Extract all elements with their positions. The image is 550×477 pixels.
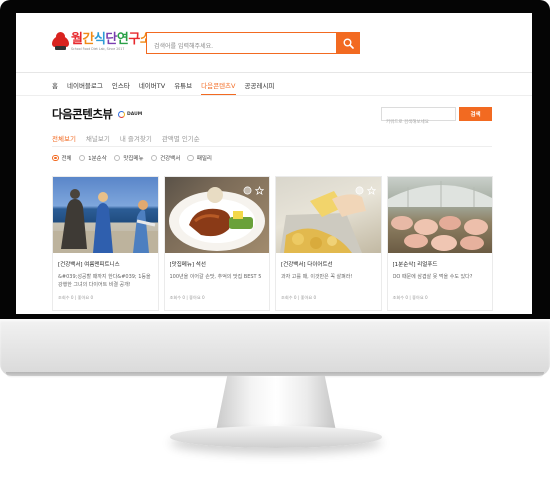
logo-subtitle: School Food Diet Lab, Since 2017: [71, 47, 125, 51]
favorite-icon[interactable]: [355, 180, 364, 195]
category-filters: 전체 1분순삭 맛집메뉴 건강백서 패밀리: [52, 154, 212, 162]
tab-channels[interactable]: 채널보기: [86, 133, 110, 143]
nav-bottom-divider: [16, 95, 532, 96]
radio[interactable]: [150, 154, 158, 162]
nav-item-naver-tv[interactable]: 네이버TV: [139, 80, 165, 90]
card-stats: 조회수 0 | 좋아요 0: [392, 295, 428, 300]
steak-plate-photo: [164, 177, 269, 253]
search-icon: [343, 38, 354, 49]
card-title: [건강백서] 여름맨피트니스: [58, 262, 120, 268]
card-description: OO 때문에 삼겹살 못 먹을 수도 있다?: [392, 274, 473, 280]
nav-item-home[interactable]: 홈: [52, 80, 58, 90]
filter-label: 전체: [61, 156, 72, 162]
search-box: [146, 32, 337, 57]
filter-label: 건강백서: [160, 156, 181, 162]
nav-item-daum-contents[interactable]: 다음콘텐츠V: [201, 80, 236, 96]
site-logo[interactable]: 월간식단연구소 School Food Diet Lab, Since 2017: [52, 31, 152, 52]
nav-item-youtube[interactable]: 유튜브: [174, 80, 192, 90]
card-stats: 조회수 0 | 좋아요 0: [281, 295, 317, 300]
card-description: 100년을 이어갈 손맛, 추억의 맛집 BEST 5: [169, 274, 262, 280]
card-title: [건강백서] 다이어트선: [281, 262, 333, 268]
keyword-search-box: [381, 107, 456, 129]
monitor-chin: [0, 319, 550, 376]
woman-by-lake-photo: [53, 177, 158, 253]
keyword-search-input[interactable]: [382, 116, 455, 129]
filter-all[interactable]: 전체: [52, 154, 72, 162]
monitor-screen: 월간식단연구소 School Food Diet Lab, Since 2017…: [16, 13, 532, 314]
logo-title: 월간식단연구소: [71, 32, 152, 47]
content-card[interactable]: [건강백서] 여름맨피트니스 &#039;성공할 때까지 한다&#039; 1등…: [52, 176, 159, 311]
search-button[interactable]: [337, 32, 360, 54]
star-icon[interactable]: [366, 180, 376, 195]
daum-badge-label: DAUM: [127, 112, 143, 117]
radio[interactable]: [78, 154, 86, 162]
page-title: 다음콘텐츠뷰: [52, 107, 113, 121]
tab-popular[interactable]: 관액별 인기순: [162, 133, 200, 143]
tab-favorites[interactable]: 내 즐겨찾기: [120, 133, 152, 143]
radio[interactable]: [187, 154, 194, 162]
tabs-divider: [52, 146, 492, 147]
content-card[interactable]: [맛집메뉴] 석선 100년을 이어갈 손맛, 추억의 맛집 BEST 5 조회…: [163, 176, 270, 311]
card-description: &#039;성공할 때까지 한다&#039; 1등을 강행한 그녀의 다이어트 …: [58, 274, 151, 288]
pig-farm-photo: [387, 177, 492, 253]
filter-restaurant-menu[interactable]: 맛집메뉴: [113, 154, 144, 162]
filter-label: 1분순삭: [88, 156, 107, 162]
favorite-icon[interactable]: [243, 180, 252, 195]
filter-label: 패밀리: [196, 156, 212, 162]
daum-badge: DAUM: [118, 111, 142, 118]
nav-item-naver-blog[interactable]: 네이버블로그: [67, 80, 103, 90]
keyword-search-button[interactable]: 검색: [459, 107, 492, 121]
search-input[interactable]: [147, 36, 336, 57]
content-card[interactable]: [1분순삭] 리얼푸드 OO 때문에 삼겹살 못 먹을 수도 있다? 조회수 0…: [386, 176, 493, 311]
nav-divider: [16, 72, 532, 73]
filter-family[interactable]: 패밀리: [187, 154, 212, 162]
filter-label: 맛집메뉴: [123, 156, 144, 162]
radio-selected[interactable]: [52, 154, 59, 162]
chef-hat-icon: [52, 31, 69, 51]
star-icon[interactable]: [254, 180, 265, 195]
card-stats: 조회수 0 | 좋아요 0: [58, 295, 94, 300]
tab-all[interactable]: 전체보기: [52, 133, 76, 147]
content-tabs: 전체보기 채널보기 내 즐겨찾기 관액별 인기순: [52, 133, 200, 147]
monitor-stand-base: [170, 426, 382, 448]
content-card[interactable]: [건강백서] 다이어트선 과자 고를 때, 이것만은 꼭 살펴라! 조회수 0 …: [275, 176, 382, 311]
card-description: 과자 고를 때, 이것만은 꼭 살펴라!: [281, 274, 353, 280]
nav-item-public-recipe[interactable]: 공공레시피: [245, 80, 275, 90]
card-stats: 조회수 0 | 좋아요 0: [169, 295, 205, 300]
card-title: [1분순삭] 리얼푸드: [392, 262, 438, 268]
content-card-list: [건강백서] 여름맨피트니스 &#039;성공할 때까지 한다&#039; 1등…: [52, 176, 494, 311]
filter-one-minute[interactable]: 1분순삭: [78, 154, 107, 162]
radio[interactable]: [113, 154, 121, 162]
nav-item-instagram[interactable]: 인스타: [112, 80, 130, 90]
daum-logo-icon: [118, 111, 125, 118]
snack-bag-photo: [276, 177, 381, 253]
filter-health[interactable]: 건강백서: [150, 154, 181, 162]
main-nav: 홈 네이버블로그 인스타 네이버TV 유튜브 다음콘텐츠V 공공레시피: [52, 80, 275, 96]
card-title: [맛집메뉴] 석선: [169, 262, 206, 268]
